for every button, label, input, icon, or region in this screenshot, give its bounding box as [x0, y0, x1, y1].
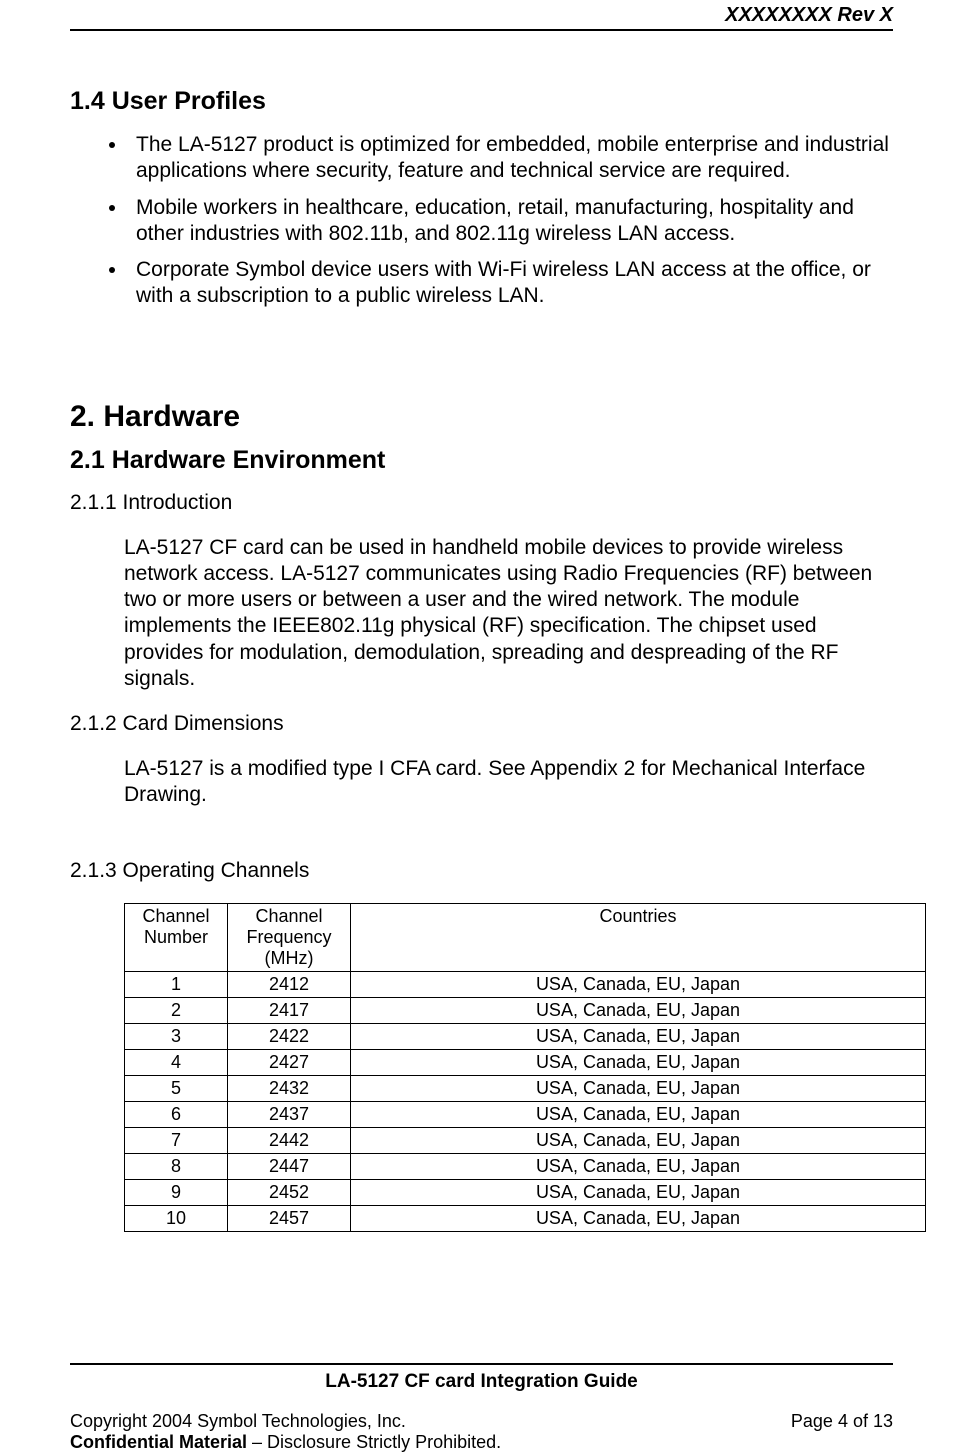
table-row: 42427USA, Canada, EU, Japan: [125, 1049, 926, 1075]
cell-channel-frequency: 2412: [228, 971, 351, 997]
cell-channel-frequency: 2447: [228, 1153, 351, 1179]
cell-countries: USA, Canada, EU, Japan: [351, 1075, 926, 1101]
table-row: 12412USA, Canada, EU, Japan: [125, 971, 926, 997]
cell-countries: USA, Canada, EU, Japan: [351, 1023, 926, 1049]
section-hardware-env-heading: 2.1 Hardware Environment: [70, 446, 893, 475]
footer-title: LA-5127 CF card Integration Guide: [70, 1371, 893, 1393]
channels-table: Channel Number Channel Frequency (MHz) C…: [124, 903, 926, 1232]
cell-channel-number: 2: [125, 997, 228, 1023]
section-user-profiles-heading: 1.4 User Profiles: [70, 87, 893, 116]
cell-countries: USA, Canada, EU, Japan: [351, 1153, 926, 1179]
cell-channel-number: 10: [125, 1205, 228, 1231]
table-row: 82447USA, Canada, EU, Japan: [125, 1153, 926, 1179]
section-operating-channels-heading: 2.1.3 Operating Channels: [70, 859, 893, 883]
section-hardware-heading: 2. Hardware: [70, 400, 893, 434]
footer-page-number: Page 4 of 13: [791, 1411, 893, 1432]
footer-confidential-rest: – Disclosure Strictly Prohibited.: [247, 1432, 501, 1452]
cell-channel-number: 4: [125, 1049, 228, 1075]
cell-channel-number: 5: [125, 1075, 228, 1101]
list-item: The LA-5127 product is optimized for emb…: [128, 132, 893, 185]
section-intro-heading: 2.1.1 Introduction: [70, 491, 893, 515]
user-profiles-list: The LA-5127 product is optimized for emb…: [70, 132, 893, 310]
cell-countries: USA, Canada, EU, Japan: [351, 1127, 926, 1153]
th-countries: Countries: [351, 903, 926, 971]
cell-countries: USA, Canada, EU, Japan: [351, 1101, 926, 1127]
table-row: 32422USA, Canada, EU, Japan: [125, 1023, 926, 1049]
footer-confidential: Confidential Material – Disclosure Stric…: [70, 1432, 893, 1453]
cell-countries: USA, Canada, EU, Japan: [351, 1179, 926, 1205]
table-row: 102457USA, Canada, EU, Japan: [125, 1205, 926, 1231]
page-footer: LA-5127 CF card Integration Guide Copyri…: [70, 1363, 893, 1453]
cell-countries: USA, Canada, EU, Japan: [351, 971, 926, 997]
cell-channel-number: 9: [125, 1179, 228, 1205]
cell-countries: USA, Canada, EU, Japan: [351, 1205, 926, 1231]
section-card-dimensions-heading: 2.1.2 Card Dimensions: [70, 712, 893, 736]
cell-channel-number: 1: [125, 971, 228, 997]
list-item: Mobile workers in healthcare, education,…: [128, 195, 893, 248]
footer-rule: [70, 1363, 893, 1365]
cell-countries: USA, Canada, EU, Japan: [351, 997, 926, 1023]
th-channel-number: Channel Number: [125, 903, 228, 971]
list-item: Corporate Symbol device users with Wi-Fi…: [128, 257, 893, 310]
cell-channel-frequency: 2437: [228, 1101, 351, 1127]
table-row: 72442USA, Canada, EU, Japan: [125, 1127, 926, 1153]
cell-channel-frequency: 2452: [228, 1179, 351, 1205]
cell-channel-frequency: 2422: [228, 1023, 351, 1049]
cell-channel-frequency: 2442: [228, 1127, 351, 1153]
cell-countries: USA, Canada, EU, Japan: [351, 1049, 926, 1075]
cell-channel-number: 7: [125, 1127, 228, 1153]
footer-copyright: Copyright 2004 Symbol Technologies, Inc.: [70, 1411, 406, 1432]
footer-confidential-bold: Confidential Material: [70, 1432, 247, 1452]
cell-channel-frequency: 2427: [228, 1049, 351, 1075]
th-channel-frequency: Channel Frequency (MHz): [228, 903, 351, 971]
header-revision: XXXXXXXX Rev X: [70, 0, 893, 27]
cell-channel-number: 6: [125, 1101, 228, 1127]
table-row: 62437USA, Canada, EU, Japan: [125, 1101, 926, 1127]
card-dimensions-paragraph: LA-5127 is a modified type I CFA card. S…: [70, 756, 893, 809]
intro-paragraph: LA-5127 CF card can be used in handheld …: [70, 535, 893, 693]
cell-channel-frequency: 2417: [228, 997, 351, 1023]
table-row: 22417USA, Canada, EU, Japan: [125, 997, 926, 1023]
cell-channel-number: 3: [125, 1023, 228, 1049]
cell-channel-frequency: 2432: [228, 1075, 351, 1101]
table-row: 92452USA, Canada, EU, Japan: [125, 1179, 926, 1205]
table-header-row: Channel Number Channel Frequency (MHz) C…: [125, 903, 926, 971]
table-row: 52432USA, Canada, EU, Japan: [125, 1075, 926, 1101]
cell-channel-frequency: 2457: [228, 1205, 351, 1231]
cell-channel-number: 8: [125, 1153, 228, 1179]
